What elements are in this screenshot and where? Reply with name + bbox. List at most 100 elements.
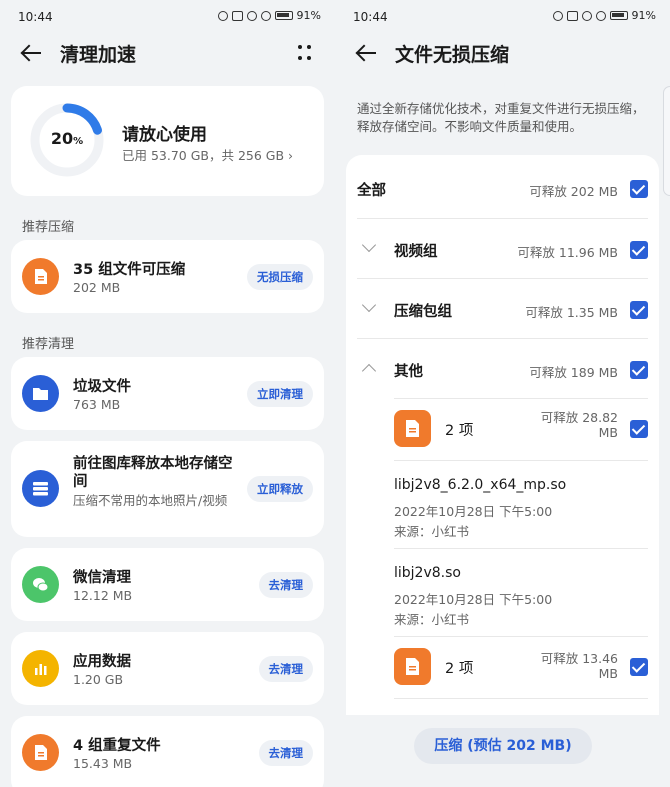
page-title: 文件无损压缩 <box>395 44 510 66</box>
group-label: 压缩包组 <box>394 304 452 320</box>
lossless-compress-button[interactable]: 无损压缩 <box>247 264 313 290</box>
edge-handle <box>663 86 670 196</box>
file-icon <box>22 258 59 295</box>
release-now-button[interactable]: 立即释放 <box>247 476 313 502</box>
status-bar: 10:44 91% <box>0 0 335 32</box>
wechat-clean-size: 12.12 MB <box>73 588 133 603</box>
chevron-down-icon[interactable] <box>361 237 377 253</box>
duplicate-files-title: 4 组重复文件 <box>73 738 161 754</box>
file-icon <box>22 734 59 771</box>
wechat-icon <box>22 566 59 603</box>
storage-usage-detail: 已用 53.70 GB，共 256 GB › <box>122 145 293 164</box>
percent-value: 20 <box>50 129 74 148</box>
storage-list-icon <box>22 470 59 507</box>
alarm-icon <box>552 10 563 21</box>
file-row[interactable]: libj2v8_6.2.0_x64_mp.so 2022年10月28日 下午5:… <box>346 460 659 548</box>
app-bar: 清理加速 <box>0 36 335 70</box>
duplicate-files-size: 15.43 MB <box>73 756 133 771</box>
file-row[interactable]: libj2v8.so 2022年10月28日 下午5:00 来源：小红书 <box>346 548 659 636</box>
compress-item-title: 35 组文件可压缩 <box>73 262 186 278</box>
junk-files-size: 763 MB <box>73 397 121 412</box>
nfc-icon <box>231 10 243 21</box>
page-title: 清理加速 <box>60 44 137 66</box>
group-label: 视频组 <box>394 244 438 260</box>
group-amount: 可释放 11.96 MB <box>517 245 618 260</box>
app-data-clean-button[interactable]: 去清理 <box>258 656 313 682</box>
file-date: 2022年10月28日 下午5:00 <box>394 504 553 519</box>
compress-recommend-card[interactable]: 35 组文件可压缩 202 MB 无损压缩 <box>11 240 324 313</box>
app-data-card[interactable]: 应用数据 1.20 GB 去清理 <box>11 632 324 705</box>
group-row-video[interactable]: 视频组 可释放 11.96 MB <box>346 218 659 278</box>
battery-icon <box>274 11 293 20</box>
app-data-size: 1.20 GB <box>73 672 124 687</box>
wifi-icon <box>260 10 271 21</box>
app-bar: 文件无损压缩 <box>335 36 670 70</box>
junk-files-card[interactable]: 垃圾文件 763 MB 立即清理 <box>11 357 324 430</box>
group-checkbox[interactable] <box>630 301 648 319</box>
folder-icon <box>22 375 59 412</box>
subgroup-count: 2 项 <box>445 423 474 439</box>
compress-description: 通过全新存储优化技术，对重复文件进行无损压缩，释放存储空间。不影响文件质量和使用… <box>357 101 645 134</box>
app-data-title: 应用数据 <box>73 654 131 670</box>
group-checkbox[interactable] <box>630 241 648 259</box>
status-icons: 91% <box>552 9 656 22</box>
group-checkbox[interactable] <box>630 361 648 379</box>
select-all-checkbox[interactable] <box>630 180 648 198</box>
subgroup-checkbox[interactable] <box>630 658 648 676</box>
bluetooth-icon <box>246 10 257 21</box>
battery-level: 91% <box>631 9 656 22</box>
file-date: 2022年10月28日 下午5:00 <box>394 592 553 607</box>
group-amount: 可释放 189 MB <box>529 365 618 380</box>
wechat-clean-title: 微信清理 <box>73 570 131 586</box>
gallery-release-title: 前往图库释放本地存储空间 <box>73 456 233 490</box>
gallery-release-desc: 压缩不常用的本地照片/视频 <box>73 493 228 508</box>
file-source: 来源：小红书 <box>394 612 470 627</box>
file-name: libj2v8_6.2.0_x64_mp.so <box>394 477 567 493</box>
battery-icon <box>609 11 628 20</box>
back-arrow-icon[interactable] <box>20 41 44 65</box>
gallery-release-card[interactable]: 前往图库释放本地存储空间 压缩不常用的本地照片/视频 立即释放 <box>11 441 324 537</box>
subgroup-amount-line2: MB <box>598 666 618 681</box>
duplicate-files-card[interactable]: 4 组重复文件 15.43 MB 去清理 <box>11 716 324 787</box>
alarm-icon <box>217 10 228 21</box>
status-bar: 10:44 91% <box>335 0 670 32</box>
select-all-amount: 可释放 202 MB <box>529 184 618 199</box>
subgroup-row[interactable]: 2 项 可释放 13.46 MB <box>346 636 659 698</box>
chevron-up-icon[interactable] <box>361 363 377 379</box>
subgroup-amount: 可释放 28.82 MB <box>541 410 618 440</box>
select-all-row[interactable]: 全部 可释放 202 MB <box>346 155 659 218</box>
wifi-icon <box>595 10 606 21</box>
section-clean-label: 推荐清理 <box>22 337 75 352</box>
select-all-label: 全部 <box>357 183 386 199</box>
storage-usage-text: 已用 53.70 GB，共 256 GB <box>122 148 285 163</box>
subgroup-row[interactable]: 2 项 可释放 28.82 MB <box>346 398 659 460</box>
subgroup-checkbox[interactable] <box>630 420 648 438</box>
bluetooth-icon <box>581 10 592 21</box>
group-amount: 可释放 1.35 MB <box>525 305 618 320</box>
app-data-chart-icon <box>22 650 59 687</box>
chevron-right-icon: › <box>288 148 294 163</box>
file-source: 来源：小红书 <box>394 524 470 539</box>
group-row-other[interactable]: 其他 可释放 189 MB <box>346 338 659 398</box>
file-icon <box>394 410 431 447</box>
group-row-archive[interactable]: 压缩包组 可释放 1.35 MB <box>346 278 659 338</box>
file-icon <box>394 648 431 685</box>
status-time: 10:44 <box>353 10 388 24</box>
back-arrow-icon[interactable] <box>355 41 379 65</box>
wechat-clean-button[interactable]: 去清理 <box>258 572 313 598</box>
file-group-list: 全部 可释放 202 MB 视频组 可释放 11.96 MB 压缩包组 可释放 … <box>346 155 659 715</box>
compress-button[interactable]: 压缩 (预估 202 MB) <box>414 728 592 764</box>
lossless-compress-screen: 10:44 91% 文件无损压缩 通过全新存储优化技术，对重复文件进行无损压缩，… <box>335 0 670 787</box>
duplicate-clean-button[interactable]: 去清理 <box>258 740 313 766</box>
section-compress-label: 推荐压缩 <box>22 220 75 235</box>
wechat-clean-card[interactable]: 微信清理 12.12 MB 去清理 <box>11 548 324 621</box>
storage-card[interactable]: 20% 请放心使用 已用 53.70 GB，共 256 GB › <box>11 86 324 196</box>
group-label: 其他 <box>394 364 423 380</box>
more-options-icon[interactable] <box>297 44 313 62</box>
subgroup-amount-line1: 可释放 13.46 <box>540 651 618 666</box>
file-name: libj2v8.so <box>394 565 461 581</box>
chevron-down-icon[interactable] <box>361 297 377 313</box>
clean-now-button[interactable]: 立即清理 <box>247 381 313 407</box>
status-time: 10:44 <box>18 10 53 24</box>
subgroup-count: 2 项 <box>445 661 474 677</box>
